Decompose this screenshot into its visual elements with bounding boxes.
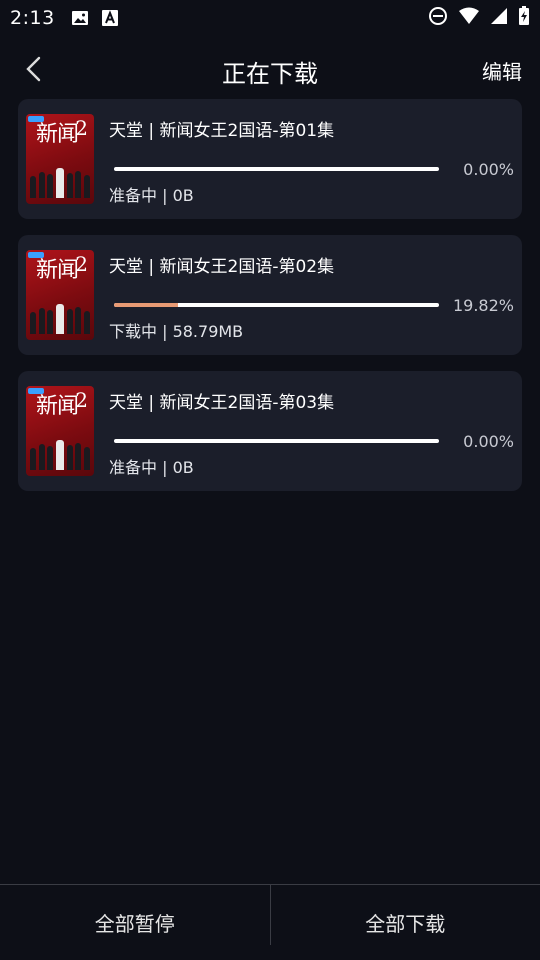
download-list: 新闻 2 天堂 | 新闻女王2国语-第01集 0.00% 准备中 | 0B 新闻…: [18, 99, 522, 507]
header: 正在下载 编辑: [0, 44, 540, 94]
download-title: 天堂 | 新闻女王2国语-第03集: [109, 393, 335, 413]
progress-fill: [114, 303, 179, 307]
video-thumbnail: 新闻 2: [26, 114, 94, 204]
video-thumbnail: 新闻 2: [26, 250, 94, 340]
status-bar: 2:13: [0, 0, 540, 36]
download-status: 准备中 | 0B: [109, 458, 194, 477]
progress-bar: [114, 303, 439, 307]
font-notification-icon: [101, 9, 119, 27]
status-time: 2:13: [10, 7, 55, 29]
download-item[interactable]: 新闻 2 天堂 | 新闻女王2国语-第03集 0.00% 准备中 | 0B: [18, 371, 522, 491]
thumbnail-season-number: 2: [75, 116, 88, 140]
download-item[interactable]: 新闻 2 天堂 | 新闻女王2国语-第01集 0.00% 准备中 | 0B: [18, 99, 522, 219]
thumbnail-season-number: 2: [75, 252, 88, 276]
progress-bar: [114, 167, 439, 171]
thumbnail-title-text: 新闻: [36, 258, 79, 283]
download-all-button[interactable]: 全部下载: [271, 885, 540, 960]
battery-charging-icon: [518, 6, 530, 30]
thumbnail-title-text: 新闻: [36, 122, 79, 147]
download-item[interactable]: 新闻 2 天堂 | 新闻女王2国语-第02集 19.82% 下载中 | 58.7…: [18, 235, 522, 355]
pause-all-button[interactable]: 全部暂停: [0, 885, 270, 960]
progress-bar: [114, 439, 439, 443]
download-title: 天堂 | 新闻女王2国语-第02集: [109, 257, 335, 277]
image-notification-icon: [71, 9, 89, 27]
thumbnail-title-text: 新闻: [36, 394, 79, 419]
video-thumbnail: 新闻 2: [26, 386, 94, 476]
dnd-icon: [428, 6, 448, 30]
download-status: 下载中 | 58.79MB: [109, 322, 244, 341]
download-title: 天堂 | 新闻女王2国语-第01集: [109, 121, 335, 141]
thumbnail-season-number: 2: [75, 388, 88, 412]
progress-percent: 19.82%: [452, 296, 514, 315]
download-status: 准备中 | 0B: [109, 186, 194, 205]
status-icons: [428, 0, 530, 36]
wifi-icon: [458, 7, 480, 29]
edit-button[interactable]: 编辑: [482, 56, 522, 85]
progress-percent: 0.00%: [463, 160, 514, 179]
progress-percent: 0.00%: [463, 432, 514, 451]
bottom-action-bar: 全部暂停 全部下载: [0, 884, 540, 960]
signal-icon: [490, 7, 508, 29]
page-title: 正在下载: [222, 60, 318, 88]
